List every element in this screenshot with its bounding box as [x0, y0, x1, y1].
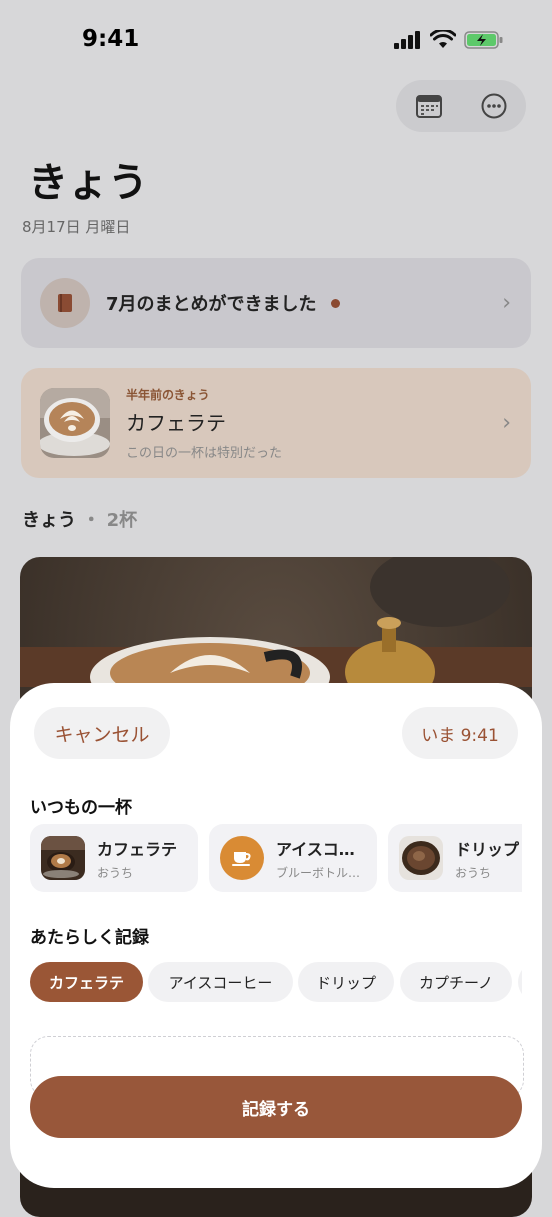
chip-cappuccino[interactable]: カプチーノ: [400, 962, 512, 1002]
favorite-name: ドリップ: [455, 839, 520, 859]
favorite-place: ブルーボトル…: [276, 865, 361, 880]
chevron-right-icon: ›: [502, 410, 511, 436]
calendar-icon[interactable]: [415, 94, 442, 118]
unread-dot: [330, 298, 340, 308]
favorite-name: アイスコ…: [276, 839, 355, 859]
summary-icon-badge: [40, 278, 90, 328]
favorites-row: カフェラテ おうち アイスコ… ブルーボトル… ドリップ おうち: [30, 824, 522, 892]
coffee-cup-icon: [220, 836, 264, 880]
today-section-header: きょう ・ 2杯: [22, 506, 137, 532]
new-record-title: あたらしく記録: [30, 928, 149, 948]
chevron-right-icon: ›: [502, 290, 511, 316]
chip-iced-coffee[interactable]: アイスコーヒー: [148, 962, 293, 1002]
favorite-card-iced-coffee[interactable]: アイスコ… ブルーボトル…: [209, 824, 377, 892]
wifi-icon: [430, 30, 456, 48]
drink-type-chips: カフェラテ アイスコーヒー ドリップ カプチーノ: [30, 962, 522, 1002]
today-section-title: きょう: [22, 510, 76, 531]
memory-title: カフェラテ: [126, 410, 226, 435]
chip-drip[interactable]: ドリップ: [298, 962, 394, 1002]
page-date: 8月17日 月曜日: [22, 218, 131, 236]
record-button[interactable]: 記録する: [30, 1076, 522, 1138]
memory-subtitle: 半年前のきょう: [126, 387, 210, 402]
memory-card[interactable]: 半年前のきょう カフェラテ この日の一杯は特別だった ›: [21, 368, 531, 478]
chip-cafe-latte[interactable]: カフェラテ: [30, 962, 143, 1002]
top-toolbar: [396, 80, 526, 132]
favorite-place: おうち: [455, 865, 492, 880]
chip-more[interactable]: [518, 962, 522, 1002]
book-icon: [58, 294, 72, 312]
today-section-separator: ・: [82, 510, 101, 531]
favorite-card-cafe-latte[interactable]: カフェラテ おうち: [30, 824, 198, 892]
memory-photo: [40, 388, 110, 458]
favorite-thumb: [399, 836, 443, 880]
status-icons: [394, 30, 504, 50]
cancel-button[interactable]: キャンセル: [34, 707, 170, 759]
memory-description: この日の一杯は特別だった: [126, 445, 283, 461]
status-time: 9:41: [82, 26, 140, 52]
favorites-title: いつもの一杯: [30, 798, 132, 818]
cellular-signal-icon: [394, 31, 420, 49]
monthly-summary-card[interactable]: 7月のまとめができました ›: [21, 258, 531, 348]
quick-add-sheet: キャンセル いま 9:41 いつもの一杯 カフェラテ おうち アイスコ… ブルー…: [10, 683, 542, 1188]
summary-text: 7月のまとめができました: [106, 294, 317, 315]
favorite-place: おうち: [97, 865, 134, 880]
more-icon[interactable]: [481, 93, 507, 119]
page-title: きょう: [28, 160, 148, 206]
favorite-name: カフェラテ: [97, 839, 178, 859]
today-section-count: 2杯: [106, 510, 138, 531]
time-picker-button[interactable]: いま 9:41: [402, 707, 518, 759]
favorite-card-drip[interactable]: ドリップ おうち: [388, 824, 522, 892]
favorite-thumb: [41, 836, 85, 880]
battery-charging-icon: [464, 31, 503, 49]
